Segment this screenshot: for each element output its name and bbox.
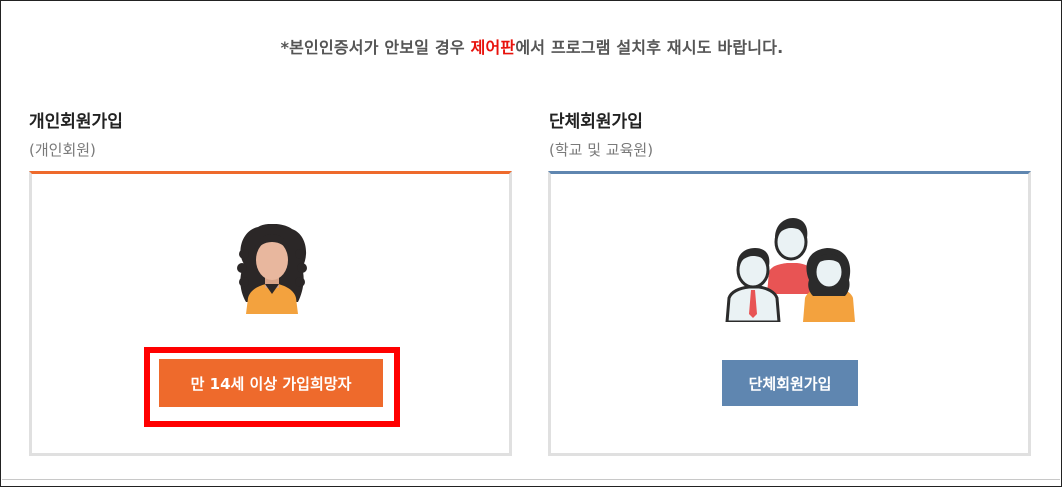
notice-suffix: 에서 프로그램 설치후 재시도 바랍니다. bbox=[515, 38, 784, 57]
personal-section-subtitle: (개인회원) bbox=[29, 141, 96, 159]
group-join-button[interactable]: 단체회원가입 bbox=[722, 360, 858, 406]
group-signup-card: 단체회원가입 bbox=[548, 171, 1031, 456]
woman-avatar-icon bbox=[237, 224, 307, 314]
personal-section-title: 개인회원가입 bbox=[29, 112, 123, 132]
bottom-divider bbox=[2, 479, 1060, 480]
group-people-icon bbox=[725, 218, 855, 322]
page-frame: *본인인증서가 안보일 경우 제어판에서 프로그램 설치후 재시도 바랍니다. … bbox=[0, 0, 1062, 487]
group-section-title: 단체회원가입 bbox=[549, 112, 643, 132]
highlight-box bbox=[144, 347, 400, 427]
group-section-subtitle: (학교 및 교육원) bbox=[549, 141, 654, 159]
notice-prefix: *본인인증서가 안보일 경우 bbox=[280, 38, 471, 57]
certificate-notice: *본인인증서가 안보일 경우 제어판에서 프로그램 설치후 재시도 바랍니다. bbox=[1, 34, 1062, 58]
control-panel-highlight: 제어판 bbox=[470, 38, 516, 57]
